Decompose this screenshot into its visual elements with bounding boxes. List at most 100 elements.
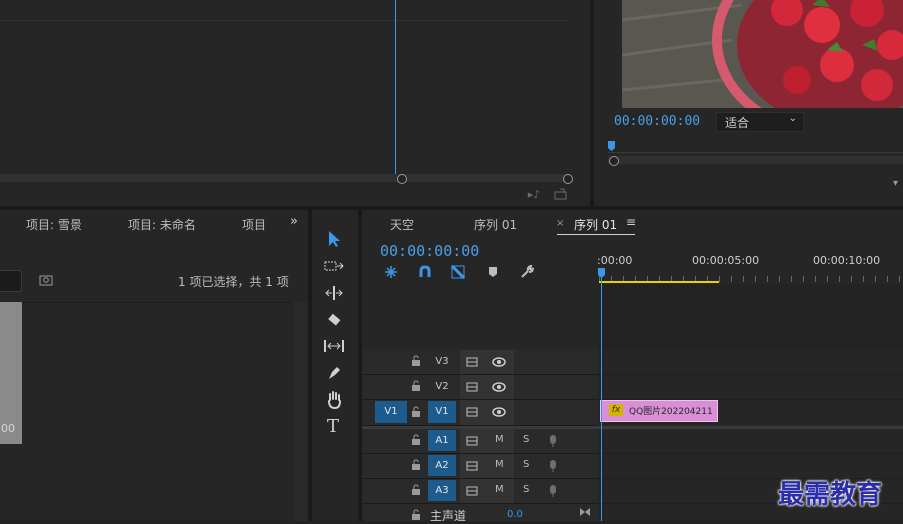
program-ruler[interactable] — [608, 146, 903, 153]
solo-button-a1[interactable]: S — [523, 434, 529, 445]
tab-project-more[interactable]: 项目 — [242, 216, 268, 233]
project-search-input[interactable] — [0, 270, 22, 292]
lock-icon[interactable] — [410, 379, 422, 393]
source-playhead-line — [395, 0, 396, 174]
project-list-divider — [0, 302, 294, 303]
pen-tool-icon[interactable] — [322, 363, 346, 383]
solo-button-a2[interactable]: S — [523, 459, 529, 470]
source-monitor-divider — [0, 20, 568, 21]
source-scroll-bar[interactable] — [0, 174, 568, 182]
tab-sequence-01-active[interactable]: 序列 01 — [574, 216, 617, 233]
fit-dropdown[interactable]: 适合 ⌄ — [716, 112, 804, 132]
lock-icon[interactable] — [410, 433, 422, 447]
tab-sequence-01-a[interactable]: 序列 01 — [474, 216, 517, 233]
track-separator — [599, 374, 903, 375]
project-scrollbar[interactable] — [294, 302, 308, 521]
chevron-down-icon: ⌄ — [788, 113, 797, 124]
timeline-timecode[interactable]: 00:00:00:00 — [380, 242, 479, 260]
in-out-bar[interactable] — [599, 281, 719, 283]
track-separator — [599, 453, 903, 454]
track-content-top — [599, 284, 903, 349]
hand-tool-icon[interactable] — [322, 390, 346, 410]
tools-panel: T — [312, 210, 358, 521]
program-scroll-handle[interactable] — [609, 156, 619, 166]
track-separator — [362, 503, 598, 504]
ruler-label-5s: 00:00:05:00 — [692, 254, 760, 267]
type-tool-icon[interactable]: T — [327, 416, 339, 437]
toggle-sync-lock-icon[interactable] — [465, 434, 479, 448]
toggle-sync-lock-icon[interactable] — [465, 484, 479, 498]
track-name-v3[interactable]: V3 — [430, 354, 454, 370]
microphone-icon[interactable] — [547, 458, 559, 473]
mute-button-a2[interactable]: M — [495, 459, 504, 470]
find-icon[interactable] — [38, 273, 54, 287]
watermark: 最需教育 — [778, 480, 883, 510]
toggle-sync-lock-icon[interactable] — [465, 405, 479, 419]
add-marker-icon[interactable] — [486, 265, 500, 279]
master-volume-value[interactable]: 0.0 — [507, 509, 523, 520]
solo-button-a3[interactable]: S — [523, 484, 529, 495]
export-frame-icon[interactable] — [553, 187, 569, 201]
lock-icon[interactable] — [410, 405, 422, 419]
lock-icon[interactable] — [410, 354, 422, 368]
tab-project-untitled[interactable]: 项目: 未命名 — [128, 216, 196, 233]
eye-icon[interactable] — [491, 355, 507, 369]
track-name-a1[interactable]: A1 — [428, 430, 456, 451]
timeline-settings-icon[interactable] — [519, 265, 535, 279]
insert-icon[interactable]: ▸♪ — [526, 187, 542, 201]
microphone-icon[interactable] — [547, 483, 559, 498]
fit-dropdown-value: 适合 — [725, 116, 750, 130]
lock-icon[interactable] — [410, 508, 422, 521]
source-monitor: ▸♪ — [0, 0, 590, 206]
track-name-a2[interactable]: A2 — [428, 455, 456, 476]
track-select-tool-icon[interactable] — [322, 256, 346, 276]
source-scroll-left-handle[interactable] — [397, 174, 407, 184]
nest-toggle-icon[interactable] — [383, 265, 399, 279]
project-panel: 项目: 雪景 项目: 未命名 项目 » 1 项已选择，共 1 项 00 — [0, 210, 308, 521]
ruler-label-0: :00:00 — [597, 254, 633, 267]
toggle-sync-lock-icon[interactable] — [465, 380, 479, 394]
strawberry-basket-image — [622, 0, 903, 108]
linked-selection-icon[interactable] — [450, 265, 466, 279]
mute-button-a1[interactable]: M — [495, 434, 504, 445]
active-tab-underline — [557, 234, 635, 235]
ruler-label-10s: 00:00:10:00 — [813, 254, 881, 267]
video-audio-divider — [362, 426, 903, 429]
track-name-v1[interactable]: V1 — [428, 401, 456, 423]
clip-duration: 00 — [1, 422, 15, 435]
slip-tool-icon[interactable] — [322, 336, 346, 356]
go-to-end-icon[interactable] — [577, 506, 593, 518]
toggle-sync-lock-icon[interactable] — [465, 459, 479, 473]
toggle-sync-lock-icon[interactable] — [465, 355, 479, 369]
master-track-label: 主声道 — [430, 509, 467, 523]
tab-menu-icon[interactable]: ≡ — [626, 215, 636, 229]
program-settings-icon[interactable]: ▾ — [893, 178, 903, 189]
fx-badge[interactable]: fx — [609, 404, 623, 416]
track-name-a3[interactable]: A3 — [428, 480, 456, 501]
lock-icon[interactable] — [410, 458, 422, 472]
mute-button-a3[interactable]: M — [495, 484, 504, 495]
clip-name: QQ图片202204211 — [629, 407, 713, 417]
lock-icon[interactable] — [410, 483, 422, 497]
video-clip[interactable]: fx QQ图片202204211 — [600, 400, 718, 422]
track-name-v2[interactable]: V2 — [430, 379, 454, 395]
tab-project-xuejing[interactable]: 项目: 雪景 — [26, 216, 82, 233]
time-ruler[interactable] — [599, 268, 903, 282]
razor-tool-icon[interactable] — [322, 310, 346, 330]
close-tab-icon[interactable]: × — [556, 218, 564, 229]
snap-icon[interactable] — [417, 265, 433, 279]
tabs-overflow-icon[interactable]: » — [290, 214, 298, 229]
source-scroll-right-handle[interactable] — [563, 174, 573, 184]
ripple-edit-tool-icon[interactable] — [322, 283, 346, 303]
eye-icon[interactable] — [491, 405, 507, 419]
microphone-icon[interactable] — [547, 433, 559, 448]
selection-info: 1 项已选择，共 1 项 — [178, 275, 289, 289]
tab-sky[interactable]: 天空 — [390, 216, 414, 233]
program-scroll-bar[interactable] — [608, 156, 903, 164]
source-patch-v1[interactable]: V1 — [375, 401, 407, 423]
program-timecode[interactable]: 00:00:00:00 — [614, 114, 700, 129]
selection-tool-icon[interactable] — [322, 228, 346, 250]
eye-icon[interactable] — [491, 380, 507, 394]
program-monitor: 00:00:00:00 适合 ⌄ ▾ — [594, 0, 903, 206]
timeline-playhead-line — [601, 275, 602, 521]
